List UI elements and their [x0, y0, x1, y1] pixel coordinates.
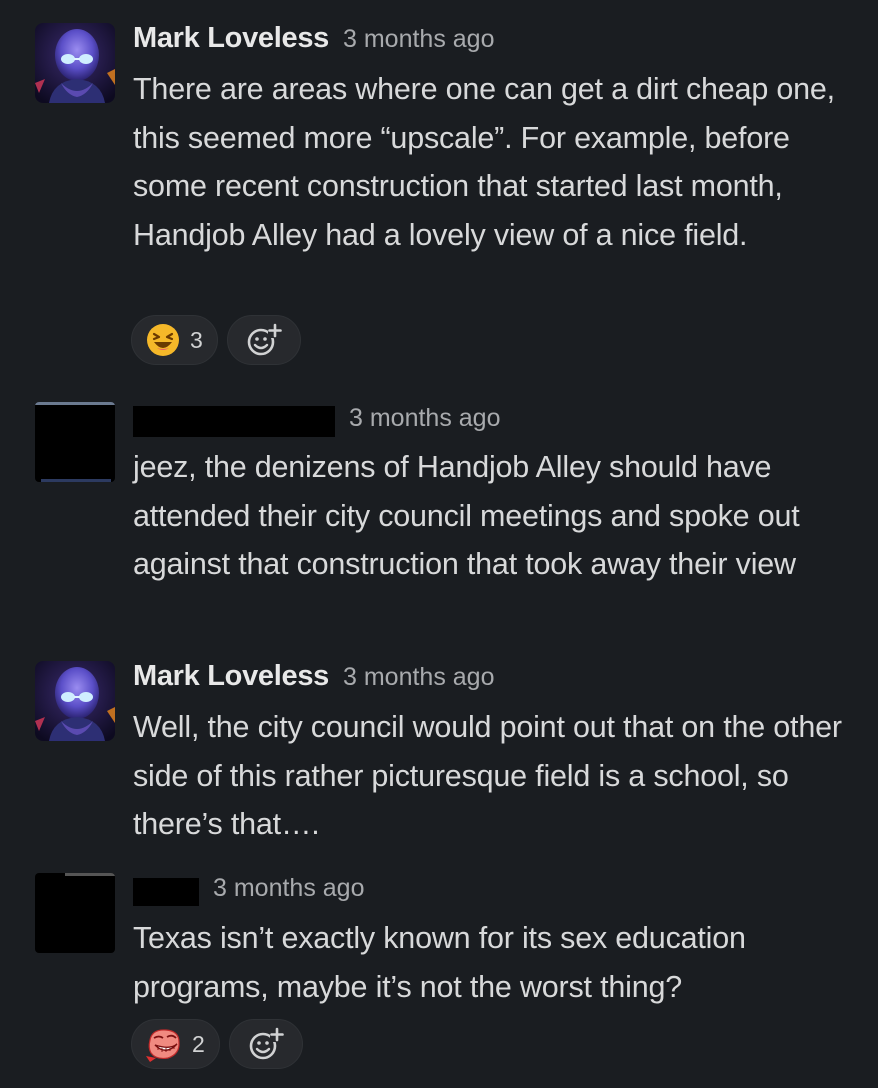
add-reaction-button[interactable] — [226, 315, 301, 365]
message-text: There are areas where one can get a dirt… — [133, 72, 835, 252]
avatar[interactable] — [35, 661, 115, 741]
timestamp[interactable]: 3 months ago — [213, 874, 365, 902]
timestamp[interactable]: 3 months ago — [349, 404, 501, 432]
author-name[interactable]: Mark Loveless — [133, 22, 329, 54]
profile-photo-icon — [35, 661, 115, 741]
author-name-redacted[interactable] — [133, 877, 199, 906]
message-text: Well, the city council would point out t… — [133, 710, 842, 841]
avatar[interactable] — [35, 23, 115, 103]
reaction-count: 2 — [192, 1030, 205, 1057]
timestamp[interactable]: 3 months ago — [343, 663, 495, 691]
reaction-pill[interactable]: 3 — [131, 315, 218, 365]
author-name[interactable]: Mark Loveless — [133, 660, 329, 692]
avatar-redacted[interactable] — [35, 873, 115, 953]
avatar-redacted[interactable] — [35, 402, 115, 482]
add-reaction-icon — [249, 1027, 284, 1060]
add-reaction-button[interactable] — [228, 1019, 303, 1069]
add-reaction-icon — [247, 323, 282, 356]
author-name-redacted[interactable] — [133, 406, 335, 438]
laughing-emoji-icon — [147, 324, 179, 356]
timestamp[interactable]: 3 months ago — [343, 25, 495, 53]
message-text: Texas isn’t exactly known for its sex ed… — [133, 921, 746, 1004]
trollface-emoji-icon — [146, 1029, 180, 1062]
reaction-pill[interactable]: 2 — [131, 1019, 220, 1069]
reaction-count: 3 — [190, 326, 203, 353]
profile-photo-icon — [35, 23, 115, 103]
message-text: jeez, the denizens of Handjob Alley shou… — [133, 450, 800, 581]
